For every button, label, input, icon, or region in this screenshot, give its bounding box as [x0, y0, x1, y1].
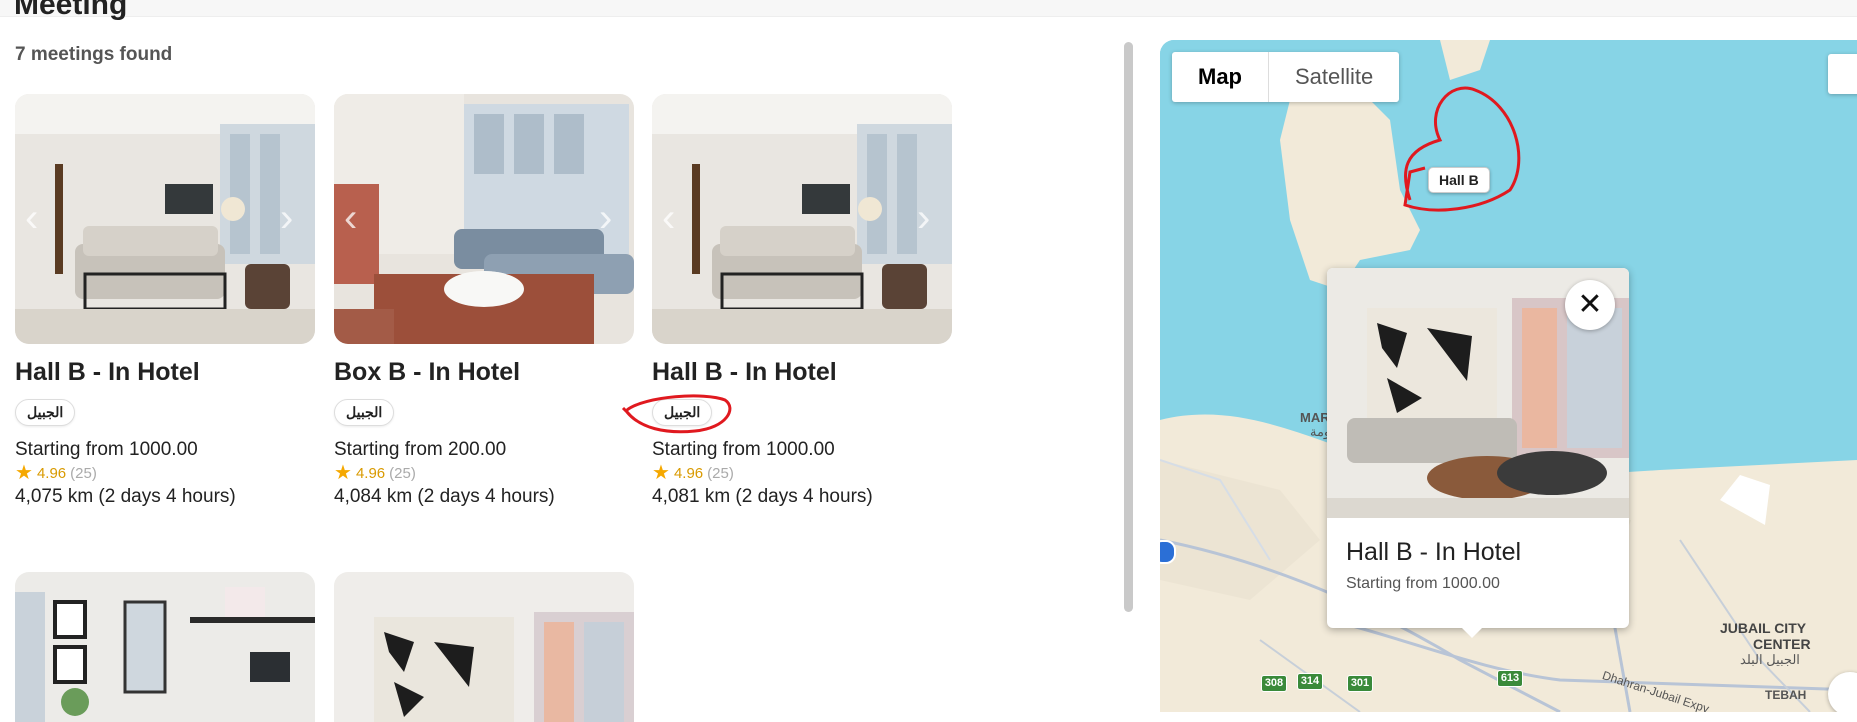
listing-distance: 4,075 km (2 days 4 hours) — [15, 486, 236, 507]
next-photo-icon[interactable]: › — [917, 198, 945, 238]
star-icon: ★ — [15, 462, 33, 484]
road-shield: 301 — [1347, 675, 1373, 692]
location-tag: الجبيل — [334, 399, 395, 426]
map-view[interactable]: Map Satellite Hall B MARDUM مردومة JUBAI… — [1160, 40, 1857, 712]
road-shield: 308 — [1261, 675, 1287, 692]
popup-pointer — [1460, 626, 1484, 638]
next-photo-icon[interactable]: › — [280, 198, 308, 238]
review-count: (25) — [70, 464, 97, 482]
annotation-circle — [621, 394, 732, 434]
location-tag: الجبيل — [15, 399, 76, 426]
map-label-city-center: JUBAIL CITY — [1720, 620, 1807, 636]
listing-card[interactable]: ‹ › Hall B - In Hotel الجبيل Starting fr… — [15, 94, 315, 508]
listing-title[interactable]: Box B - In Hotel — [334, 358, 634, 387]
road-shield: 613 — [1497, 670, 1523, 687]
rating-score: 4.96 — [673, 464, 704, 482]
listing-title[interactable]: Hall B - In Hotel — [15, 358, 315, 387]
map-type-toggle[interactable]: Map Satellite — [1172, 52, 1400, 102]
listing-distance: 4,084 km (2 days 4 hours) — [334, 486, 555, 507]
map-popup[interactable]: ✕ Hall B - In Hotel Starting from 1000.0… — [1327, 268, 1629, 628]
popup-title[interactable]: Hall B - In Hotel — [1346, 538, 1521, 567]
star-icon: ★ — [652, 462, 670, 484]
results-count: 7 meetings found — [15, 44, 173, 65]
listing-title[interactable]: Hall B - In Hotel — [652, 358, 952, 387]
listing-card[interactable] — [15, 572, 315, 722]
listing-rating: ★ 4.96 (25) — [334, 462, 634, 484]
listing-price: Starting from 1000.00 — [652, 439, 835, 460]
prev-photo-icon[interactable]: ‹ — [344, 198, 372, 238]
close-icon[interactable]: ✕ — [1565, 280, 1615, 330]
listing-rating: ★ 4.96 (25) — [15, 462, 315, 484]
top-bar — [0, 0, 1857, 17]
map-marker[interactable]: Hall B — [1428, 167, 1490, 193]
review-count: (25) — [389, 464, 416, 482]
location-marker[interactable] — [1160, 540, 1176, 564]
listing-price: Starting from 1000.00 — [15, 439, 198, 460]
rating-score: 4.96 — [355, 464, 386, 482]
listing-distance: 4,081 km (2 days 4 hours) — [652, 486, 873, 507]
star-icon: ★ — [334, 462, 352, 484]
listing-photo[interactable]: ‹ › — [652, 94, 952, 344]
map-label-city-center-2: CENTER — [1753, 636, 1811, 652]
listing-card[interactable]: ‹ › Hall B - In Hotel الجبيل Starting fr… — [652, 94, 952, 508]
review-count: (25) — [707, 464, 734, 482]
annotation-circle — [1403, 86, 1521, 212]
listing-card[interactable] — [334, 572, 634, 722]
listing-photo[interactable] — [15, 572, 315, 722]
map-label-tebah: TEBAH — [1765, 688, 1807, 702]
listing-photo[interactable]: ‹ › — [334, 94, 634, 344]
road-shield: 314 — [1297, 673, 1323, 690]
listing-card[interactable]: ‹ › Box B - In Hotel الجبيل Starting fro… — [334, 94, 634, 508]
map-label-city-center-ar: الجبيل البلد — [1740, 652, 1800, 667]
prev-photo-icon[interactable]: ‹ — [662, 198, 690, 238]
listing-price: Starting from 200.00 — [334, 439, 507, 460]
page-title: Meeting — [14, 0, 128, 21]
map-toggle-satellite[interactable]: Satellite — [1269, 52, 1399, 102]
next-photo-icon[interactable]: › — [599, 198, 627, 238]
rating-score: 4.96 — [36, 464, 67, 482]
scrollbar[interactable] — [1124, 42, 1133, 612]
map-toggle-map[interactable]: Map — [1172, 52, 1269, 102]
listing-rating: ★ 4.96 (25) — [652, 462, 952, 484]
fullscreen-icon[interactable] — [1828, 54, 1857, 94]
prev-photo-icon[interactable]: ‹ — [25, 198, 53, 238]
listing-photo[interactable]: ‹ › — [15, 94, 315, 344]
popup-price: Starting from 1000.00 — [1346, 575, 1500, 592]
listing-photo[interactable] — [334, 572, 634, 722]
